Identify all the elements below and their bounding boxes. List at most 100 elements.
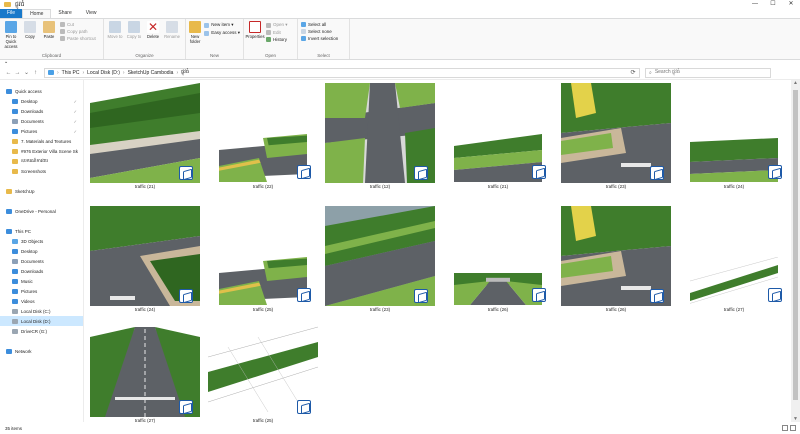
- nav-item-label: Local Disk (C:): [21, 308, 51, 314]
- history-icon: [266, 37, 271, 42]
- breadcrumb-current-folder[interactable]: ផ្លូវធំ: [181, 69, 189, 76]
- nav-item-15[interactable]: 3D Objects: [0, 236, 83, 246]
- file-name: traffic (22): [252, 184, 274, 189]
- nav-item-22[interactable]: Local Disk (C:): [0, 306, 83, 316]
- nav-item-3[interactable]: Documents ✓: [0, 116, 83, 126]
- nav-item-10[interactable]: SketchUp: [0, 186, 83, 196]
- nav-item-2[interactable]: Downloads ✓: [0, 106, 83, 116]
- nav-item-24[interactable]: DriveCR (G:): [0, 326, 83, 336]
- invert-selection-button[interactable]: Invert selection: [301, 36, 338, 41]
- close-button[interactable]: ✕: [782, 0, 800, 9]
- nav-item-4[interactable]: Pictures ✓: [0, 126, 83, 136]
- nav-item-26[interactable]: Network: [0, 346, 83, 356]
- nav-item-7[interactable]: ឧបករណ៍ការងារ: [0, 156, 83, 166]
- edit-label: Edit: [273, 30, 281, 35]
- cut-button[interactable]: Cut: [60, 22, 96, 27]
- invert-selection-icon: [301, 36, 306, 41]
- open-group-label: Open: [264, 53, 276, 58]
- file-name: traffic (26): [487, 307, 509, 312]
- nav-item-19[interactable]: Music: [0, 276, 83, 286]
- easy-access-button[interactable]: Easy access ▾: [204, 30, 240, 36]
- select-none-button[interactable]: Select none: [301, 29, 338, 34]
- history-button[interactable]: History: [266, 37, 288, 42]
- chevron-right-icon: ›: [122, 69, 125, 76]
- nav-item-8[interactable]: Screenshots: [0, 166, 83, 176]
- select-all-button[interactable]: Select all: [301, 22, 338, 27]
- nav-item-label: #976 Exterior Villa Scene Sk: [21, 148, 78, 154]
- edit-button[interactable]: Edit: [266, 30, 288, 35]
- breadcrumb-local-disk[interactable]: Local Disk (D:): [87, 70, 120, 76]
- breadcrumb[interactable]: › This PC › Local Disk (D:) › SketchUp C…: [44, 67, 640, 78]
- file-item[interactable]: traffic (25): [208, 317, 318, 429]
- star-icon: [6, 88, 12, 94]
- nav-item-label: Quick access: [15, 88, 42, 94]
- folder-icon: [6, 188, 12, 194]
- nav-item-label: Downloads: [21, 108, 44, 114]
- music-icon: [12, 278, 18, 284]
- maximize-button[interactable]: ☐: [764, 0, 782, 9]
- minimize-button[interactable]: —: [746, 0, 764, 9]
- ribbon-tabs: File Home Share View: [0, 9, 800, 18]
- paste-shortcut-button[interactable]: Paste shortcut: [60, 36, 96, 41]
- delete-label: Delete: [146, 34, 160, 39]
- scrollbar-thumb[interactable]: [793, 90, 798, 400]
- nav-item-6[interactable]: #976 Exterior Villa Scene Sk: [0, 146, 83, 156]
- easy-access-label: Easy access ▾: [211, 30, 240, 35]
- refresh-button[interactable]: ⟳: [628, 69, 638, 76]
- tab-view[interactable]: View: [79, 9, 104, 18]
- back-button[interactable]: ←: [4, 70, 13, 76]
- nav-item-17[interactable]: Documents: [0, 256, 83, 266]
- folder-icon: [12, 168, 18, 174]
- tab-file[interactable]: File: [0, 9, 23, 18]
- chevron-down-icon[interactable]: ⌄: [4, 59, 8, 65]
- scroll-up-icon[interactable]: ▲: [791, 80, 800, 86]
- nav-item-12[interactable]: OneDrive - Personal: [0, 206, 83, 216]
- window-controls: — ☐ ✕: [746, 0, 800, 9]
- file-item[interactable]: traffic (26): [561, 206, 671, 318]
- file-item[interactable]: traffic (12): [325, 83, 435, 195]
- nav-item-16[interactable]: Desktop: [0, 246, 83, 256]
- file-item[interactable]: traffic (24): [679, 83, 789, 195]
- recent-locations-button[interactable]: ⌄: [22, 69, 31, 76]
- delete-icon: ✕: [147, 20, 159, 34]
- file-item[interactable]: traffic (21): [443, 83, 553, 195]
- tab-share[interactable]: Share: [51, 9, 78, 18]
- file-item[interactable]: traffic (27): [679, 206, 789, 318]
- nav-item-5[interactable]: 7. Materials and Textures: [0, 136, 83, 146]
- document-icon: [12, 118, 18, 124]
- file-item[interactable]: traffic (24): [90, 206, 200, 318]
- nav-item-14[interactable]: This PC: [0, 226, 83, 236]
- file-item[interactable]: traffic (25): [208, 206, 318, 318]
- up-button[interactable]: ↑: [31, 70, 40, 76]
- file-item[interactable]: traffic (23): [325, 206, 435, 318]
- copy-path-button[interactable]: Copy path: [60, 29, 96, 34]
- nav-item-20[interactable]: Pictures: [0, 286, 83, 296]
- nav-item-18[interactable]: Downloads: [0, 266, 83, 276]
- sketchup-file-icon: [768, 165, 782, 179]
- new-item-button[interactable]: New item ▾: [204, 22, 240, 28]
- open-button[interactable]: Open ▾: [266, 22, 288, 28]
- nav-item-label: Documents: [21, 118, 44, 124]
- search-input[interactable]: ⌕ Search ផ្លូវធំ: [645, 67, 771, 78]
- file-item[interactable]: traffic (21): [90, 83, 200, 195]
- nav-item-21[interactable]: Videos: [0, 296, 83, 306]
- file-view: traffic (21) traffic (22) traffic (12) t…: [85, 80, 791, 423]
- details-view-icon[interactable]: [782, 425, 788, 431]
- breadcrumb-sketchup-cambodia[interactable]: SketchUp Cambodia: [128, 70, 174, 76]
- navigation-pane: Quick access Desktop ✓ Downloads ✓ Documents ✓…: [0, 80, 84, 422]
- nav-item-0[interactable]: Quick access: [0, 86, 83, 96]
- tab-home[interactable]: Home: [22, 9, 52, 18]
- vertical-scrollbar[interactable]: ▲ ▼: [791, 80, 800, 422]
- file-item[interactable]: traffic (23): [561, 83, 671, 195]
- large-icons-view-icon[interactable]: [790, 425, 796, 431]
- nav-item-23[interactable]: Local Disk (D:): [0, 316, 83, 326]
- nav-item-1[interactable]: Desktop ✓: [0, 96, 83, 106]
- file-item[interactable]: traffic (22): [208, 83, 318, 195]
- forward-button[interactable]: →: [13, 70, 22, 76]
- pictures-icon: [12, 288, 18, 294]
- breadcrumb-this-pc[interactable]: This PC: [62, 70, 80, 76]
- file-item[interactable]: traffic (26): [443, 206, 553, 318]
- file-item[interactable]: traffic (27): [90, 317, 200, 429]
